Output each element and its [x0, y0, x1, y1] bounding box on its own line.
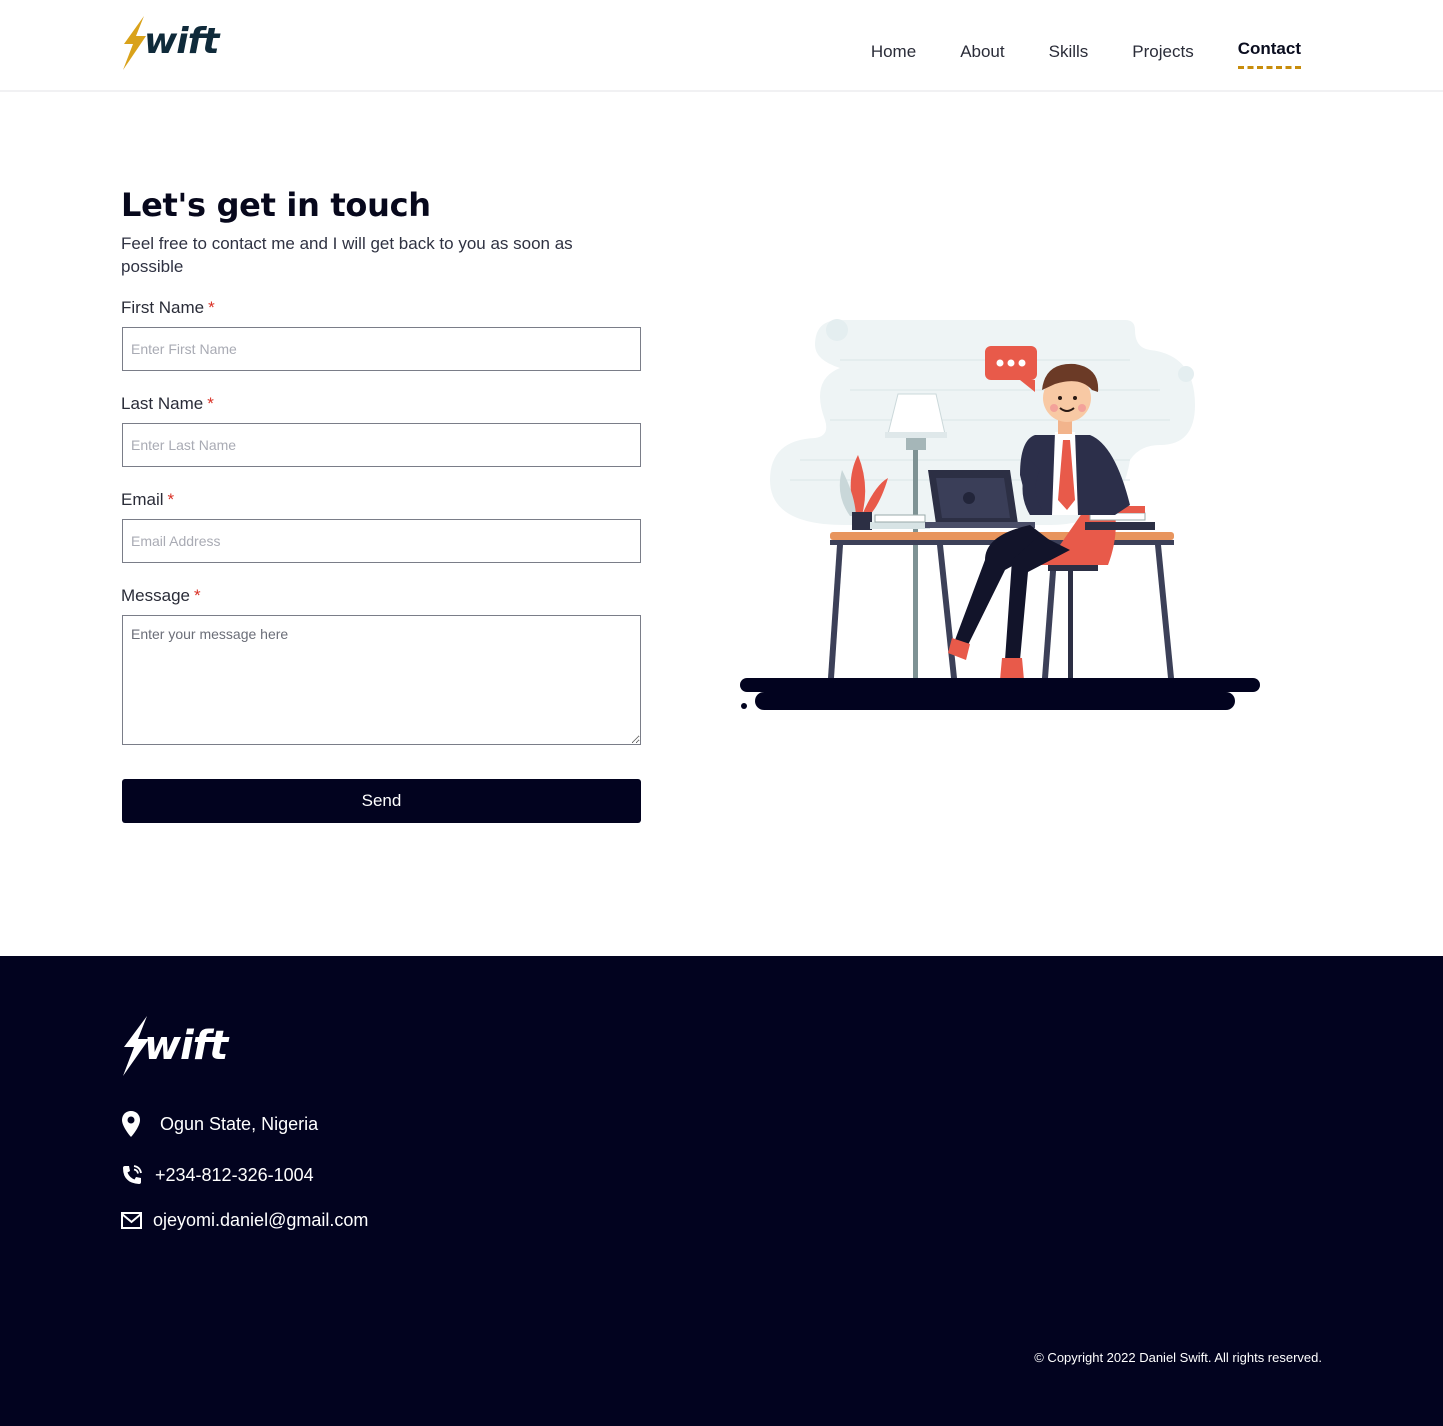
site-footer: wift Ogun State, Nigeria +234-812-326-10…	[0, 956, 1443, 1426]
phone-text[interactable]: +234-812-326-1004	[155, 1165, 314, 1186]
page-title: Let's get in touch	[121, 186, 431, 224]
first-name-input[interactable]	[122, 327, 641, 371]
copyright-text: © Copyright 2022 Daniel Swift. All right…	[1034, 1350, 1322, 1365]
email-text[interactable]: ojeyomi.daniel@gmail.com	[153, 1210, 368, 1231]
main-nav: Home About Skills Projects Contact	[871, 35, 1302, 69]
nav-skills[interactable]: Skills	[1049, 38, 1089, 68]
phone-icon	[123, 1165, 142, 1184]
email-label: Email *	[121, 490, 175, 509]
required-mark: *	[208, 298, 215, 317]
footer-phone: +234-812-326-1004	[121, 1164, 314, 1186]
man-at-desk-illustration	[740, 319, 1260, 710]
footer-location: Ogun State, Nigeria	[121, 1109, 318, 1139]
location-pin-icon	[122, 1111, 140, 1137]
nav-home[interactable]: Home	[871, 38, 916, 68]
email-input[interactable]	[122, 519, 641, 563]
footer-email: ojeyomi.daniel@gmail.com	[121, 1210, 368, 1231]
mail-icon	[121, 1212, 142, 1229]
site-logo[interactable]: wift	[120, 14, 220, 72]
location-text: Ogun State, Nigeria	[160, 1113, 319, 1134]
message-label: Message *	[121, 586, 201, 605]
last-name-label: Last Name *	[121, 394, 214, 413]
required-mark: *	[167, 490, 175, 509]
nav-about[interactable]: About	[960, 38, 1004, 68]
footer-logo[interactable]: wift	[120, 1014, 230, 1078]
site-header: wift Home About Skills Projects Contact	[0, 0, 1443, 92]
nav-contact[interactable]: Contact	[1237, 35, 1302, 69]
required-mark: *	[207, 394, 214, 413]
last-name-input[interactable]	[122, 423, 641, 467]
contact-illustration	[730, 310, 1270, 720]
required-mark: *	[193, 586, 201, 605]
message-textarea[interactable]	[122, 615, 641, 745]
first-name-label: First Name *	[121, 298, 215, 317]
nav-projects[interactable]: Projects	[1132, 38, 1193, 68]
page-subtitle: Feel free to contact me and I will get b…	[121, 234, 573, 276]
footer-logo-text: wift	[144, 1023, 228, 1069]
logo-text: wift	[144, 21, 219, 62]
send-button[interactable]: Send	[122, 779, 641, 823]
